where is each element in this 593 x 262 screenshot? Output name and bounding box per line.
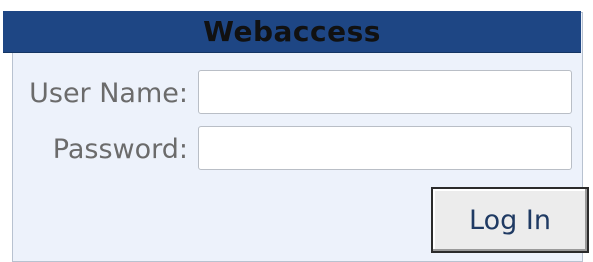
password-label: Password: — [52, 134, 188, 165]
login-button[interactable]: Log In — [431, 187, 589, 253]
login-header: Webaccess — [3, 11, 581, 53]
page-title: Webaccess — [203, 15, 381, 48]
password-input[interactable] — [198, 126, 572, 170]
username-input[interactable] — [198, 70, 572, 114]
username-label: User Name: — [29, 78, 188, 109]
